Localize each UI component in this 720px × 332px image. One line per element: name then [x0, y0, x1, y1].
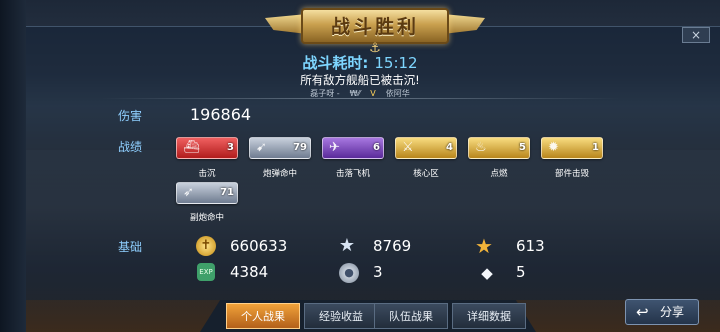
- plane-down-icon: ✈: [329, 140, 340, 155]
- diamond-icon: ◆: [481, 264, 493, 282]
- damage-label: 伤害: [118, 109, 143, 123]
- medal-core-hit[interactable]: ⚔ 4: [395, 137, 457, 159]
- victory-title: 战斗胜利: [330, 16, 419, 38]
- medal-count: 6: [373, 142, 380, 153]
- medal-count: 5: [519, 142, 526, 153]
- damage-value: 196864: [190, 105, 252, 124]
- star-value: 8769: [373, 237, 412, 255]
- player-left-name: 磊子呀 -: [310, 89, 340, 98]
- duration-label: 战斗耗时:: [302, 54, 369, 72]
- fire-icon: ♨: [475, 140, 487, 155]
- core-hit-icon: ⚔: [402, 140, 414, 155]
- gold-value: 660633: [230, 237, 288, 255]
- medal-count: 79: [293, 142, 307, 153]
- medal-count: 71: [220, 187, 234, 198]
- medal-label: 击落飞机: [335, 169, 370, 179]
- exp-badge-icon: EXP: [197, 263, 215, 281]
- left-edge-strip: [0, 0, 26, 332]
- header-divider: [100, 98, 620, 99]
- part-destroy-icon: ✹: [548, 140, 559, 155]
- medal-count: 1: [592, 142, 599, 153]
- tab-detailed-data[interactable]: 详细数据: [452, 303, 526, 329]
- close-button[interactable]: ×: [682, 27, 710, 43]
- share-label: 分享: [660, 305, 685, 319]
- medal-count: 3: [227, 142, 234, 153]
- medal-sink[interactable]: ⛴ 3: [176, 137, 238, 159]
- silver-medal-value: 3: [373, 263, 383, 281]
- medal-fire[interactable]: ♨ 5: [468, 137, 530, 159]
- shell-hit-icon: ➹: [256, 140, 267, 155]
- exp-value: 4384: [230, 263, 269, 281]
- medal-label: 核心区: [413, 169, 439, 179]
- medal-label: 点燃: [490, 169, 508, 179]
- medal-label: 炮弹命中: [262, 169, 297, 179]
- banner-right-wing: [443, 14, 485, 34]
- medal-secondary-hit[interactable]: ➶ 71: [176, 182, 238, 204]
- battle-duration: 战斗耗时: 15:12: [0, 52, 720, 73]
- player-right-name: 依阿华: [385, 89, 410, 98]
- medal-label: 部件击毁: [554, 169, 589, 179]
- secondary-hit-icon: ➶: [183, 185, 194, 200]
- medal-label: 击沉: [198, 169, 216, 179]
- ship-sunk-icon: ⛴: [183, 140, 200, 155]
- diamond-value: 5: [516, 263, 526, 281]
- victory-banner: 战斗胜利 ⚓: [265, 4, 485, 56]
- share-arrow-icon: ↩: [636, 303, 649, 321]
- tab-experience-gain[interactable]: 经验收益: [304, 303, 378, 329]
- player-left-tag: ₩⁄⁄: [349, 89, 361, 98]
- gold-coin-icon: ✝: [196, 236, 216, 256]
- silver-medal-icon: ●: [339, 263, 359, 283]
- medal-shell-hit[interactable]: ➹ 79: [249, 137, 311, 159]
- medal-label: 副炮命中: [189, 213, 224, 223]
- medal-plane-down[interactable]: ✈ 6: [322, 137, 384, 159]
- star-icon: ★: [338, 235, 356, 256]
- duration-value: 15:12: [374, 54, 418, 72]
- share-button[interactable]: ↩ 分享: [625, 299, 699, 325]
- gold-star-value: 613: [516, 237, 545, 255]
- tab-personal-results[interactable]: 个人战果: [226, 303, 300, 329]
- tab-team-results[interactable]: 队伍战果: [374, 303, 448, 329]
- vs-label: V: [370, 89, 376, 98]
- result-message: 所有敌方舰船已被击沉!: [300, 73, 420, 87]
- medal-count: 4: [446, 142, 453, 153]
- achievements-label: 战绩: [118, 140, 143, 154]
- base-label: 基础: [118, 240, 143, 254]
- medal-part-destroy[interactable]: ✹ 1: [541, 137, 603, 159]
- gold-star-icon: ★: [475, 234, 493, 258]
